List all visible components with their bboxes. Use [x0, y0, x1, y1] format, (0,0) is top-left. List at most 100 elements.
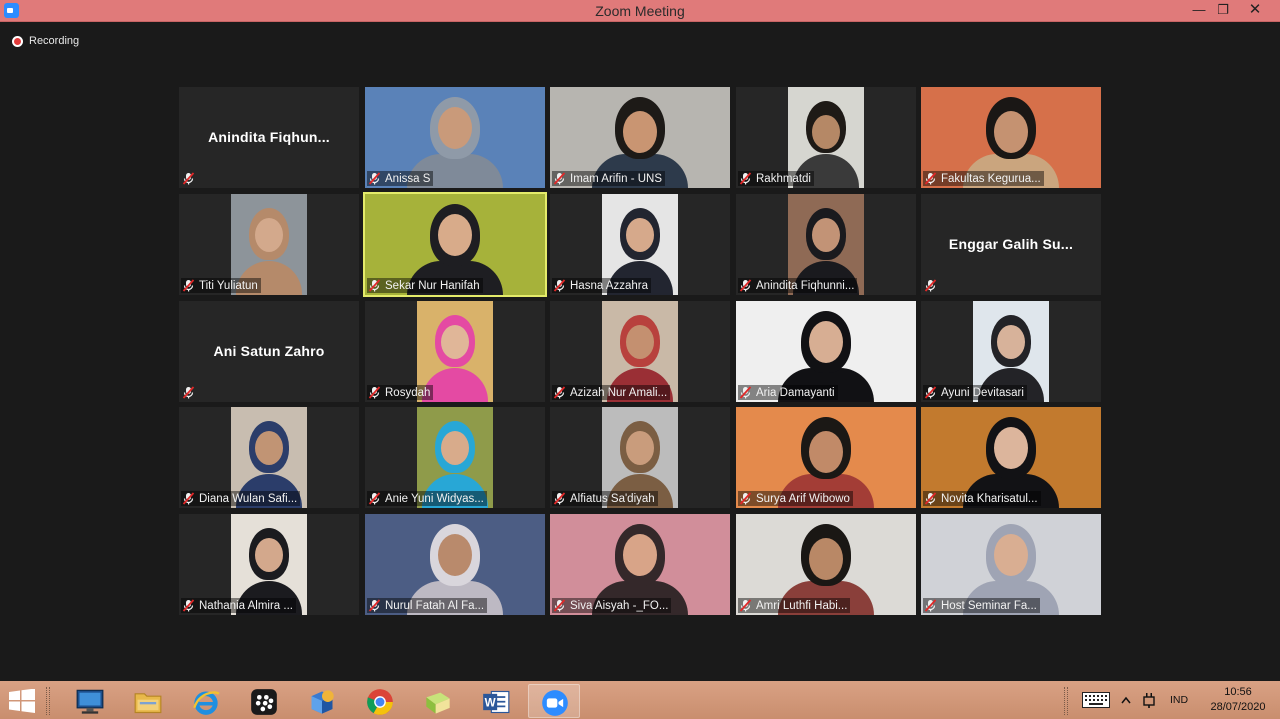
participant-tile[interactable]: Nurul Fatah Al Fa... — [365, 514, 545, 615]
zoom-icon — [542, 690, 568, 716]
participant-name: Siva Aisyah -_FO... — [570, 599, 669, 612]
keyboard-icon[interactable] — [1082, 692, 1110, 708]
participant-tile[interactable]: Anindita Fiqhunni... — [736, 194, 916, 295]
participant-tile[interactable]: Anindita Fiqhun... — [179, 87, 359, 188]
participant-name: Anissa S — [385, 172, 431, 185]
participant-tile[interactable]: Imam Arifin - UNS — [550, 87, 730, 188]
folder-icon — [134, 693, 162, 714]
svg-text:W: W — [485, 697, 496, 710]
taskbar-folder-app[interactable] — [412, 684, 464, 718]
participant-tile[interactable]: Novita Kharisatul... — [921, 407, 1101, 508]
participant-display-name: Anindita Fiqhun... — [208, 129, 330, 145]
participant-name: Novita Kharisatul... — [941, 492, 1038, 505]
participant-name-bar: Titi Yuliatun — [181, 278, 261, 293]
close-button[interactable]: ✕ — [1240, 0, 1270, 20]
participant-tile[interactable]: Alfiatus Sa'diyah — [550, 407, 730, 508]
participant-name-bar: Surya Arif Wibowo — [738, 491, 853, 506]
participant-tile[interactable]: Titi Yuliatun — [179, 194, 359, 295]
recording-indicator[interactable]: Recording — [12, 33, 79, 49]
taskbar-file-explorer[interactable] — [122, 684, 174, 718]
muted-mic-icon — [182, 386, 195, 399]
participant-name-bar: Anissa S — [367, 171, 434, 186]
participant-name: Rakhmatdi — [756, 172, 811, 185]
participant-name: Azizah Nur Amali... — [570, 386, 668, 399]
participant-name-bar: Siva Aisyah -_FO... — [552, 598, 672, 613]
internet-explorer-icon — [193, 691, 220, 715]
muted-mic-icon — [182, 279, 195, 292]
recording-icon — [12, 35, 23, 47]
participant-tile[interactable]: Rakhmatdi — [736, 87, 916, 188]
participant-name: Nathania Almira ... — [199, 599, 293, 612]
participant-tile[interactable]: Ayuni Devitasari — [921, 301, 1101, 402]
recording-label: Recording — [29, 35, 80, 47]
muted-mic-icon — [739, 279, 752, 292]
participant-name: Amri Luthfi Habi... — [756, 599, 848, 612]
participant-tile[interactable]: Hasna Azzahra — [550, 194, 730, 295]
muted-mic-icon — [368, 599, 381, 612]
participant-name: Sekar Nur Hanifah — [385, 279, 480, 292]
muted-mic-icon — [739, 386, 752, 399]
taskbar-zoom[interactable] — [528, 684, 580, 718]
participant-name-bar: Nathania Almira ... — [181, 598, 296, 613]
participant-tile[interactable]: Ani Satun Zahro — [179, 301, 359, 402]
participant-tile[interactable]: Nathania Almira ... — [179, 514, 359, 615]
participant-name-bar: Azizah Nur Amali... — [552, 385, 671, 400]
window-title: Zoom Meeting — [595, 3, 685, 19]
participant-name-bar: Diana Wulan Safi... — [181, 491, 301, 506]
participant-display-name: Enggar Galih Su... — [948, 236, 1074, 252]
participant-name-bar: Ayuni Devitasari — [923, 385, 1027, 400]
muted-mic-icon — [553, 599, 566, 612]
participant-name: Rosydah — [385, 386, 431, 399]
muted-mic-icon — [924, 279, 937, 292]
clock-date: 28/07/2020 — [1210, 701, 1266, 713]
power-plug-icon[interactable] — [1140, 691, 1158, 709]
participant-name-bar: Sekar Nur Hanifah — [367, 278, 483, 293]
participant-tile[interactable]: Anissa S — [365, 87, 545, 188]
muted-mic-icon — [368, 386, 381, 399]
participant-tile[interactable]: Rosydah — [365, 301, 545, 402]
language-indicator[interactable]: IND — [1170, 694, 1188, 706]
taskbar-box-app[interactable] — [296, 684, 348, 718]
participant-name: Imam Arifin - UNS — [570, 172, 663, 185]
participant-tile[interactable]: Fakultas Kegurua... — [921, 87, 1101, 188]
windows-start-icon[interactable] — [8, 689, 36, 713]
taskbar-blackberry[interactable] — [238, 684, 290, 718]
participant-tile[interactable]: Siva Aisyah -_FO... — [550, 514, 730, 615]
maximize-button[interactable]: ❐ — [1208, 0, 1238, 20]
participant-name: Host Seminar Fa... — [941, 599, 1037, 612]
participant-name-bar: Amri Luthfi Habi... — [738, 598, 851, 613]
blackberry-icon — [251, 689, 277, 715]
title-bar: Zoom Meeting — ❐ ✕ — [0, 0, 1280, 22]
participant-name-bar: Imam Arifin - UNS — [552, 171, 666, 186]
taskbar-monitor-app[interactable] — [64, 684, 116, 718]
system-clock[interactable]: 10:56 28/07/2020 — [1200, 685, 1276, 715]
taskbar-word[interactable]: W — [470, 684, 522, 718]
participant-tile[interactable]: Host Seminar Fa... — [921, 514, 1101, 615]
show-hidden-icons-icon[interactable] — [1121, 696, 1131, 704]
participant-tile[interactable]: Sekar Nur Hanifah — [363, 192, 547, 297]
muted-mic-icon — [739, 492, 752, 505]
participant-name-bar: Anie Yuni Widyas... — [367, 491, 487, 506]
box-icon — [311, 690, 334, 714]
participant-name-bar: Host Seminar Fa... — [923, 598, 1040, 613]
taskbar-chrome[interactable] — [354, 684, 406, 718]
participant-tile[interactable]: Surya Arif Wibowo — [736, 407, 916, 508]
muted-mic-icon — [368, 492, 381, 505]
muted-mic-icon — [553, 492, 566, 505]
participant-tile[interactable]: Amri Luthfi Habi... — [736, 514, 916, 615]
participant-tile[interactable]: Azizah Nur Amali... — [550, 301, 730, 402]
muted-mic-icon — [368, 172, 381, 185]
muted-mic-icon — [924, 386, 937, 399]
taskbar: W IND 10:56 28/07/2020 — [0, 681, 1280, 719]
participant-tile[interactable]: Anie Yuni Widyas... — [365, 407, 545, 508]
muted-mic-icon — [924, 599, 937, 612]
muted-mic-icon — [924, 172, 937, 185]
participant-name: Aria Damayanti — [756, 386, 835, 399]
muted-mic-icon — [924, 492, 937, 505]
clock-time: 10:56 — [1224, 686, 1252, 698]
participant-tile[interactable]: Enggar Galih Su... — [921, 194, 1101, 295]
participant-tile[interactable]: Diana Wulan Safi... — [179, 407, 359, 508]
taskbar-internet-explorer[interactable] — [180, 684, 232, 718]
participant-name-bar: Rakhmatdi — [738, 171, 814, 186]
participant-tile[interactable]: Aria Damayanti — [736, 301, 916, 402]
